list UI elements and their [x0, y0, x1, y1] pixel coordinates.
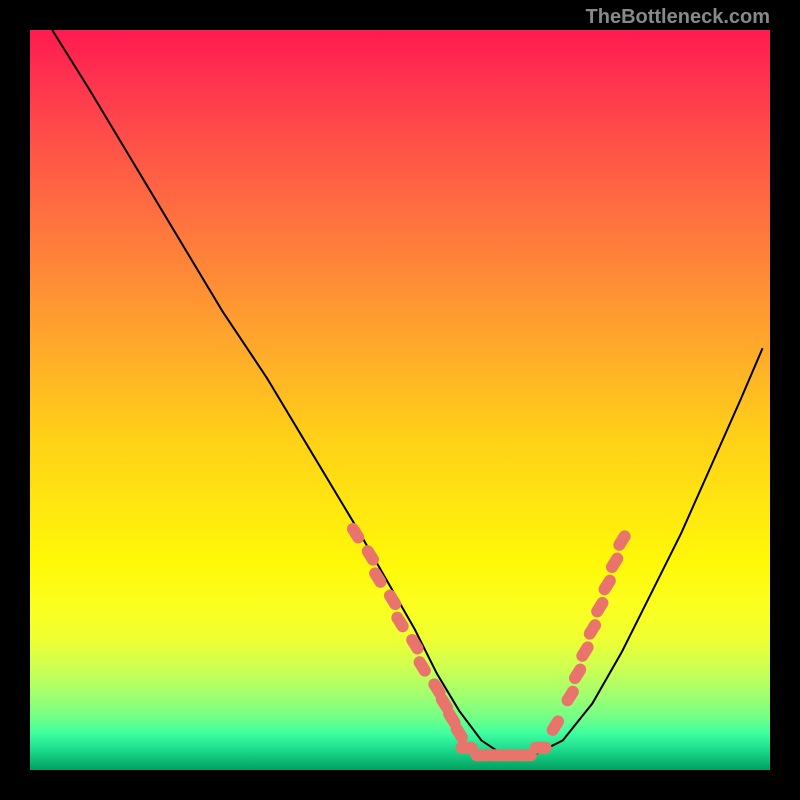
watermark-text: TheBottleneck.com — [586, 6, 770, 29]
chart-svg — [30, 30, 770, 770]
data-markers — [345, 521, 633, 762]
chart-container: TheBottleneck.com — [0, 0, 800, 800]
curve-line — [52, 30, 762, 755]
plot-area — [30, 30, 770, 770]
